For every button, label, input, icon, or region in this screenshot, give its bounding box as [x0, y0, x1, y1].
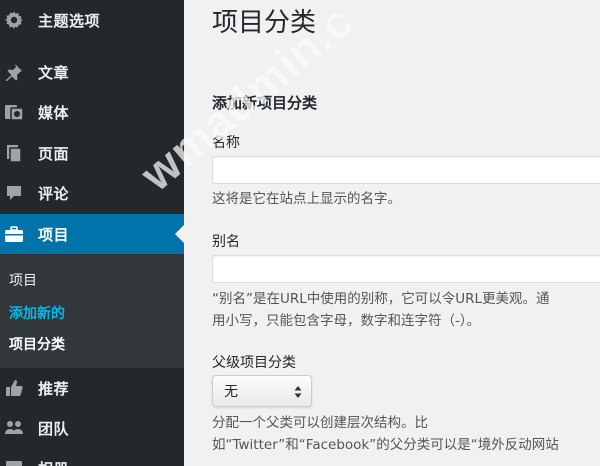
submenu-item-projects[interactable]: 项目 — [9, 270, 37, 290]
pin-icon — [4, 62, 24, 82]
projects-submenu: 项目 添加新的 项目分类 — [0, 254, 184, 368]
sidebar-item-label: 项目 — [38, 225, 70, 244]
parent-field-label: 父级项目分类 — [212, 355, 296, 371]
add-new-section-title: 添加新项目分类 — [212, 94, 318, 112]
sidebar-item-label: 文章 — [38, 63, 70, 82]
submenu-item-add-new[interactable]: 添加新的 — [9, 303, 65, 323]
sidebar-item-projects[interactable]: 项目 — [0, 214, 184, 254]
admin-sidebar: 主题选项 文章 媒体 页面 评论 项目 项目 添加新的 项目分类 推荐 团队 — [0, 0, 184, 466]
slug-field-label: 别名 — [212, 234, 240, 250]
parent-field-description-line1: 分配一个父类可以创建层次结构。比 — [212, 415, 428, 431]
comment-icon — [4, 183, 24, 203]
sidebar-item-label: 评论 — [38, 184, 70, 203]
name-field-description: 这将是它在站点上显示的名字。 — [212, 191, 401, 207]
sidebar-item-pages[interactable]: 页面 — [0, 133, 184, 173]
sidebar-item-comments[interactable]: 评论 — [0, 173, 184, 213]
main-content: 项目分类 添加新项目分类 名称 这将是它在站点上显示的名字。 别名 “别名”是在… — [184, 0, 600, 466]
slug-field-description-line1: “别名”是在URL中使用的别称，它可以令URL更美观。通 — [212, 291, 550, 307]
active-indicator-arrow — [175, 225, 184, 243]
submenu-item-project-categories[interactable]: 项目分类 — [9, 334, 65, 354]
sidebar-item-label: 相册 — [38, 458, 69, 466]
slug-field-description-line2: 用小写，只能包含字母，数字和连字符（-）。 — [212, 313, 481, 329]
thumbs-up-icon — [4, 378, 24, 398]
media-icon — [4, 102, 24, 122]
slug-input[interactable] — [212, 255, 600, 283]
select-updown-icon — [294, 386, 302, 398]
page-title: 项目分类 — [212, 8, 317, 38]
sidebar-item-posts[interactable]: 文章 — [0, 52, 184, 92]
sidebar-item-label: 团队 — [38, 419, 70, 438]
groups-icon — [4, 418, 24, 438]
sidebar-item-label: 媒体 — [38, 103, 70, 122]
sidebar-item-gallery[interactable]: 相册 — [0, 448, 184, 466]
gear-icon — [4, 10, 24, 30]
name-input[interactable] — [212, 156, 600, 184]
parent-select[interactable]: 无 — [212, 375, 312, 407]
sidebar-item-team[interactable]: 团队 — [0, 408, 184, 448]
name-field-label: 名称 — [212, 135, 240, 151]
sidebar-item-label: 主题选项 — [38, 11, 101, 30]
gallery-icon — [4, 458, 24, 466]
page-icon — [4, 143, 24, 163]
sidebar-item-testimonials[interactable]: 推荐 — [0, 368, 184, 408]
parent-select-value: 无 — [224, 384, 238, 400]
sidebar-item-media[interactable]: 媒体 — [0, 92, 184, 132]
parent-field-description-line2: 如“Twitter”和“Facebook”的父分类可以是“境外反动网站 — [212, 437, 559, 453]
sidebar-item-label: 推荐 — [38, 379, 70, 398]
sidebar-item-label: 页面 — [38, 144, 70, 163]
sidebar-item-theme-options[interactable]: 主题选项 — [0, 0, 184, 40]
briefcase-icon — [4, 224, 24, 244]
